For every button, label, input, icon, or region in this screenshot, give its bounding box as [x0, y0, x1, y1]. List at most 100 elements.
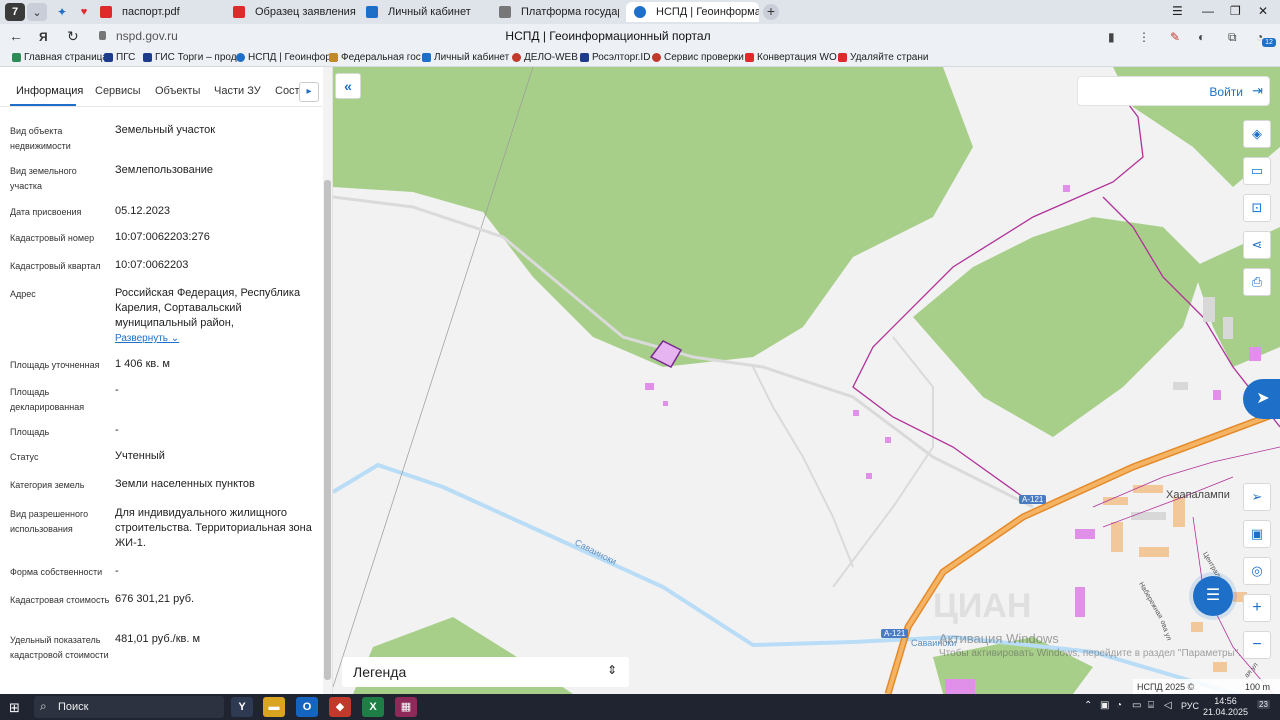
browser-tab-strip: 7 ⌄ ✦ ♥ паспорт.pdf Образец заявления о …: [0, 0, 1280, 24]
pdf-icon: [100, 6, 112, 18]
app-icon[interactable]: ▦: [395, 697, 417, 717]
bookmark-item[interactable]: ГИС Торги – прод: [143, 52, 237, 63]
row-label: Вид земельного участка: [10, 166, 77, 191]
vpn-icon[interactable]: ◐: [1198, 30, 1205, 44]
navigate-icon[interactable]: ➢: [1243, 483, 1271, 511]
minimize-icon[interactable]: —: [1202, 4, 1214, 18]
extension-icon[interactable]: ✎: [1170, 30, 1180, 44]
print-icon[interactable]: ⎙: [1243, 268, 1271, 296]
local-road: [752, 366, 854, 568]
ruler-icon[interactable]: ▭: [1243, 157, 1271, 185]
gosuslugi-icon[interactable]: ✦: [52, 3, 72, 21]
scale-value: 100 m: [1245, 682, 1271, 692]
row-label: Кадастровый номер: [10, 233, 95, 243]
bookmark-item[interactable]: ДЕЛО-WEB: [512, 52, 578, 63]
address-value: Российская Федерация, Республика Карелия…: [115, 287, 301, 329]
minimap-icon[interactable]: ▣: [1243, 520, 1271, 548]
tab-pasport[interactable]: паспорт.pdf: [100, 2, 222, 22]
parcel: [1063, 185, 1070, 192]
row-label: Категория земель: [10, 480, 85, 490]
row-value: Земли населенных пунктов: [115, 478, 255, 490]
row-label: Площадь: [10, 427, 50, 437]
bookmark-item[interactable]: Росэлторг.ID: [580, 52, 650, 63]
bookmark-item[interactable]: НСПД | Геоинфор: [236, 52, 331, 63]
tab-platforma[interactable]: Платформа государстве: [499, 2, 619, 22]
parcel: [945, 679, 975, 694]
bookmark-item[interactable]: Сервис проверки: [652, 52, 744, 63]
tab-services[interactable]: Сервисы: [95, 85, 141, 97]
tab-information[interactable]: Информация: [16, 85, 83, 97]
road-sign: А-121: [881, 629, 909, 638]
tab-objects[interactable]: Объекты: [155, 85, 200, 97]
scale-bar: НСПД 2025 © 100 m: [1133, 679, 1280, 694]
parcel: [853, 410, 859, 416]
network-icon[interactable]: ⌸: [1148, 700, 1154, 711]
app-icon[interactable]: ◆: [329, 697, 351, 717]
select-area-icon[interactable]: ⊡: [1243, 194, 1271, 222]
pgs-icon: [104, 53, 113, 62]
tray-icon[interactable]: ◔: [1116, 700, 1122, 711]
menu-icon[interactable]: ☰: [1172, 4, 1183, 18]
row-label: Площадь уточненная: [10, 360, 100, 370]
map-view[interactable]: Хаапалампи Саваиноки Саваиноки А-121 А-1…: [333, 67, 1280, 694]
collapse-panel-button[interactable]: «: [335, 73, 361, 99]
road-sign: А-121: [1019, 495, 1047, 504]
windows-start-icon[interactable]: ⊞: [9, 700, 20, 716]
address-bar: ← Я ↻ nspd.gov.ru НСПД | Геоинформационн…: [0, 24, 1280, 50]
more-icon[interactable]: ⋮: [1138, 30, 1150, 44]
bookmark-item[interactable]: Главная страница: [12, 52, 108, 63]
file-explorer-icon[interactable]: ▬: [263, 697, 285, 717]
close-window-icon[interactable]: ✕: [1258, 4, 1268, 18]
login-button[interactable]: Войти ⇥: [1077, 76, 1270, 106]
chat-icon[interactable]: ☰: [1193, 576, 1233, 616]
tab-lichny-kabinet[interactable]: Личный кабинет: [366, 2, 486, 22]
bookmark-item[interactable]: Личный кабинет: [422, 52, 509, 63]
building: [1191, 622, 1203, 632]
row-value: -: [115, 384, 119, 396]
building: [1131, 512, 1166, 520]
heart-icon: [838, 53, 847, 62]
share-icon[interactable]: ⋖: [1243, 231, 1271, 259]
scrollbar-thumb[interactable]: [324, 180, 331, 680]
new-tab-button[interactable]: +: [763, 4, 779, 20]
geolocation-icon[interactable]: ◎: [1243, 557, 1271, 585]
row-label: Вид разрешенного использования: [10, 509, 89, 534]
row-label: Дата присвоения: [10, 207, 82, 217]
expand-link[interactable]: Развернуть ⌄: [115, 333, 179, 344]
notifications-badge[interactable]: 23: [1257, 700, 1270, 709]
nspd-icon: [634, 6, 646, 18]
copyright: НСПД 2025 ©: [1137, 682, 1195, 692]
zoom-in-button[interactable]: +: [1243, 594, 1271, 622]
language-indicator[interactable]: РУС: [1181, 701, 1199, 711]
zoom-out-button[interactable]: −: [1243, 631, 1271, 659]
volume-icon[interactable]: ◁: [1164, 700, 1172, 711]
chevron-up-icon[interactable]: ⌃: [1084, 700, 1092, 711]
excel-icon[interactable]: X: [362, 697, 384, 717]
yandex-browser-icon[interactable]: Y: [231, 697, 253, 717]
tray-icon[interactable]: ▣: [1100, 700, 1109, 711]
tab-obrazec[interactable]: Образец заявления о на: [233, 2, 358, 22]
assistant-icon[interactable]: ➤: [1243, 379, 1280, 419]
chevron-down-icon[interactable]: ⌄: [27, 3, 47, 21]
collections-icon[interactable]: ⧉: [1228, 30, 1237, 45]
taskbar-search[interactable]: ⌕ Поиск: [34, 696, 224, 718]
delo-icon: [512, 53, 521, 62]
outlook-icon[interactable]: O: [296, 697, 318, 717]
login-icon: ⇥: [1252, 83, 1263, 98]
bookmark-item[interactable]: ПГС: [104, 52, 135, 63]
layers-icon[interactable]: ◈: [1243, 120, 1271, 148]
battery-icon[interactable]: ▭: [1132, 700, 1141, 711]
clock[interactable]: 14:56 21.04.2025: [1203, 696, 1248, 718]
browser-logo-icon[interactable]: 7: [5, 3, 25, 21]
chevron-right-icon[interactable]: ▸: [299, 82, 319, 102]
restore-icon[interactable]: ❐: [1230, 4, 1241, 18]
parcel: [1249, 347, 1261, 361]
tab-nspd[interactable]: НСПД | Геоинформаци ✕: [626, 2, 759, 22]
bookmark-item[interactable]: Конвертация WO: [745, 52, 837, 63]
heart-icon[interactable]: ♥: [74, 3, 94, 21]
bookmark-item[interactable]: Федеральная гос: [329, 52, 421, 63]
bookmark-icon[interactable]: ▮: [1108, 30, 1115, 44]
tab-parts[interactable]: Части ЗУ: [214, 85, 261, 97]
bookmark-item[interactable]: Удаляйте страни: [838, 52, 928, 63]
legend-panel[interactable]: Легенда ⇕: [342, 657, 629, 687]
